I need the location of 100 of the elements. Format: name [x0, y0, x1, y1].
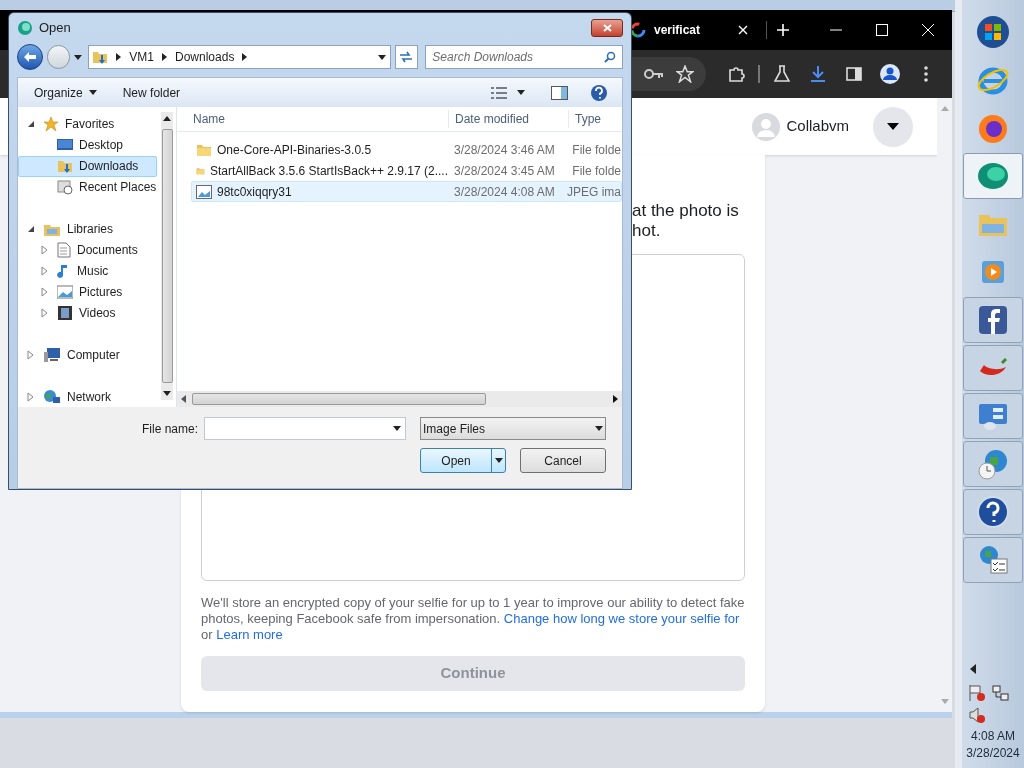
caret-icon — [88, 90, 97, 95]
nav-item[interactable]: Videos — [18, 302, 158, 324]
taskbar-button[interactable] — [963, 153, 1023, 199]
address-bar[interactable]: VM1 Downloads — [88, 45, 391, 69]
nav-item[interactable]: Libraries — [18, 218, 158, 240]
film-icon — [57, 304, 73, 321]
chevron-icon — [116, 53, 122, 61]
scroll-right-icon — [613, 395, 618, 403]
column-header[interactable]: Name — [177, 110, 449, 128]
taskbar-button[interactable] — [963, 489, 1023, 535]
puzzle-icon — [727, 65, 745, 83]
image-file-icon — [196, 184, 212, 199]
nav-item[interactable]: Desktop — [18, 134, 158, 156]
recent-pages-caret-icon — [74, 54, 83, 60]
file-name: StartAllBack 3.5.6 StartIsBack++ 2.9.17 (2.... — [209, 162, 448, 180]
column-header[interactable]: Type — [569, 110, 601, 128]
back-button[interactable] — [17, 44, 43, 70]
new-tab-icon[interactable] — [777, 24, 789, 36]
nav-item[interactable]: Recent Places — [18, 176, 158, 198]
search-icon — [604, 51, 616, 63]
cancel-button[interactable]: Cancel — [520, 448, 606, 473]
help-icon — [976, 495, 1010, 529]
action-center-flag-icon[interactable] — [968, 684, 986, 702]
app-icon — [17, 20, 33, 36]
folder-download-icon — [92, 49, 109, 65]
recent-places-icon — [57, 179, 73, 196]
scroll-down-icon — [940, 699, 949, 704]
preview-pane-icon — [551, 85, 568, 100]
account-name[interactable]: Collabvm — [786, 115, 849, 138]
nav-item[interactable]: Documents — [18, 239, 158, 261]
start-orb-icon — [976, 15, 1010, 49]
flask-icon — [774, 65, 790, 83]
account-menu-button[interactable] — [873, 106, 913, 147]
search-field[interactable]: Search Downloads — [425, 45, 623, 69]
computer-icon — [43, 346, 61, 363]
maximize-icon[interactable] — [874, 22, 890, 38]
taskbar-button[interactable] — [963, 393, 1023, 439]
history-caret-icon — [377, 54, 386, 60]
nav-item[interactable]: Computer — [18, 344, 158, 366]
column-header[interactable]: Date modified — [449, 110, 569, 128]
organize-menu[interactable]: Organize — [26, 81, 105, 104]
scrollbar[interactable] — [161, 112, 173, 400]
list-view-icon — [491, 86, 507, 99]
tab-title: verificat — [654, 22, 701, 39]
show-hidden-icons[interactable] — [970, 664, 976, 674]
file-name-label: File name: — [141, 420, 198, 438]
taskbar-button[interactable] — [963, 297, 1023, 343]
key-icon[interactable] — [644, 68, 664, 80]
google-icon — [630, 22, 646, 38]
file-date: 3/28/2024 4:08 AM — [453, 183, 556, 201]
file-row[interactable]: StartAllBack 3.5.6 StartIsBack++ 2.9.17 (2.... 3/28/2024 3:45 AM File folde — [191, 160, 622, 181]
close-button[interactable] — [591, 19, 623, 37]
split-caret-icon — [494, 458, 503, 463]
refresh-button[interactable] — [394, 45, 419, 69]
file-type: File folde — [571, 141, 621, 159]
caret-icon — [595, 426, 603, 431]
search-input[interactable]: Search Downloads — [432, 48, 604, 66]
nav-item[interactable]: Network — [18, 386, 158, 407]
more-menu-icon — [924, 66, 928, 82]
file-row[interactable]: 98tc0xiqqry31 3/28/2024 4:08 AM JPEG ima — [191, 181, 622, 202]
file-date: 3/28/2024 3:46 AM — [453, 141, 556, 159]
nav-item[interactable]: Downloads — [18, 155, 158, 177]
chevron-icon — [242, 53, 248, 61]
close-icon[interactable] — [920, 22, 936, 38]
scroll-up-icon — [163, 116, 172, 121]
picture-icon — [57, 284, 73, 299]
scroll-up-icon — [940, 106, 949, 111]
close-tab-icon[interactable] — [738, 25, 748, 35]
facebook-icon — [976, 303, 1010, 337]
learn-more-link[interactable]: Learn more — [216, 627, 283, 642]
breadcrumb-item[interactable]: VM1 — [129, 48, 154, 66]
dialog-title: Open — [39, 19, 71, 38]
clock[interactable]: 4:08 AM 3/28/2024 — [966, 728, 1020, 762]
file-type-dropdown[interactable]: Image Files — [420, 417, 606, 440]
scrollbar[interactable] — [177, 391, 622, 407]
new-folder-button[interactable]: New folder — [114, 81, 189, 104]
network-status-icon[interactable] — [992, 684, 1010, 702]
star-icon — [43, 116, 59, 133]
taskbar-button[interactable] — [963, 345, 1023, 391]
file-name-field[interactable] — [204, 417, 406, 440]
taskbar-button[interactable] — [963, 441, 1023, 487]
browser-tab[interactable]: verificat — [630, 21, 748, 39]
muted-speaker-icon[interactable] — [968, 706, 986, 724]
open-button[interactable]: Open — [420, 448, 506, 473]
file-type: JPEG ima — [566, 183, 621, 201]
storage-notice: We'll store an encrypted copy of your selfie for up to 1 year to improve our ability to detect fake photos, keeping Facebook safe from impersonation. Change how long we store your selfie for or Learn more — [201, 595, 745, 643]
desktop-icon — [57, 138, 73, 153]
star-icon[interactable] — [676, 65, 694, 83]
help-icon — [590, 83, 608, 102]
profile-icon — [879, 63, 901, 85]
nav-item[interactable]: Pictures — [18, 281, 158, 303]
nav-item[interactable]: Music — [18, 260, 158, 282]
back-arrow-icon — [22, 51, 37, 63]
nav-item[interactable]: Favorites — [18, 114, 158, 135]
download-icon — [809, 65, 827, 83]
taskbar-button[interactable] — [963, 537, 1023, 583]
breadcrumb-item[interactable]: Downloads — [175, 48, 235, 66]
file-type: File folde — [571, 162, 621, 180]
change-storage-link[interactable]: Change how long we store your selfie for — [503, 611, 740, 626]
file-row[interactable]: One-Core-API-Binaries-3.0.5 3/28/2024 3:46 AM File folde — [191, 139, 622, 160]
